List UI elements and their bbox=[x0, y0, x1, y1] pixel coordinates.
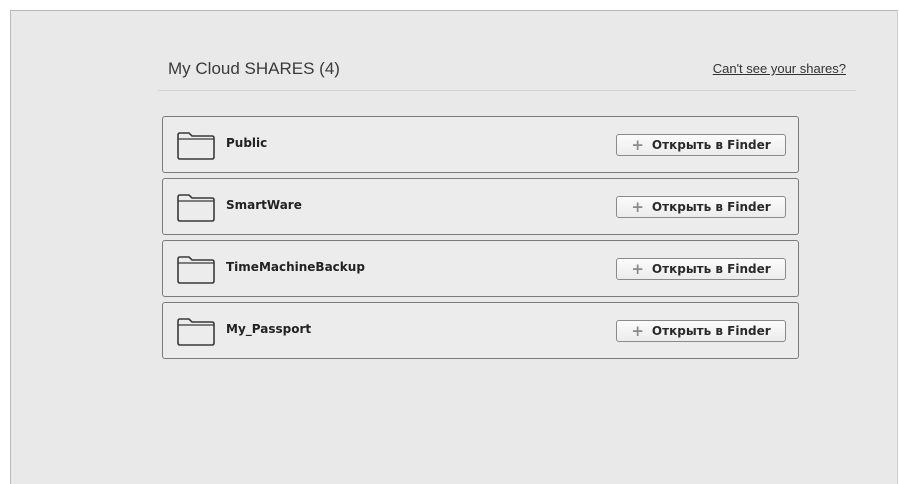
share-row-my-passport: My_Passport + Открыть в Finder bbox=[162, 302, 799, 359]
open-in-finder-button[interactable]: + Открыть в Finder bbox=[616, 258, 786, 280]
share-list: Public + Открыть в Finder SmartWare + От… bbox=[162, 116, 799, 364]
cant-see-shares-link[interactable]: Can't see your shares? bbox=[713, 61, 846, 76]
open-in-finder-button[interactable]: + Открыть в Finder bbox=[616, 196, 786, 218]
share-name: Public bbox=[226, 136, 268, 150]
open-in-finder-label: Открыть в Finder bbox=[651, 324, 771, 338]
plus-icon: + bbox=[631, 135, 644, 154]
folder-icon bbox=[177, 318, 215, 346]
folder-icon bbox=[177, 256, 215, 284]
plus-icon: + bbox=[631, 197, 644, 216]
open-in-finder-label: Открыть в Finder bbox=[651, 138, 771, 152]
open-in-finder-button[interactable]: + Открыть в Finder bbox=[616, 320, 786, 342]
share-name: My_Passport bbox=[226, 322, 312, 336]
page-title: My Cloud SHARES (4) bbox=[168, 59, 340, 78]
open-in-finder-button[interactable]: + Открыть в Finder bbox=[616, 134, 786, 156]
plus-icon: + bbox=[631, 321, 644, 340]
share-name: TimeMachineBackup bbox=[226, 260, 365, 274]
share-row-smartware: SmartWare + Открыть в Finder bbox=[162, 178, 799, 235]
open-in-finder-label: Открыть в Finder bbox=[651, 200, 771, 214]
share-row-public: Public + Открыть в Finder bbox=[162, 116, 799, 173]
folder-icon bbox=[177, 132, 215, 160]
open-in-finder-label: Открыть в Finder bbox=[651, 262, 771, 276]
folder-icon bbox=[177, 194, 215, 222]
plus-icon: + bbox=[631, 259, 644, 278]
share-name: SmartWare bbox=[226, 198, 302, 212]
share-row-timemachinebackup: TimeMachineBackup + Открыть в Finder bbox=[162, 240, 799, 297]
shares-header: My Cloud SHARES (4) Can't see your share… bbox=[158, 50, 856, 91]
